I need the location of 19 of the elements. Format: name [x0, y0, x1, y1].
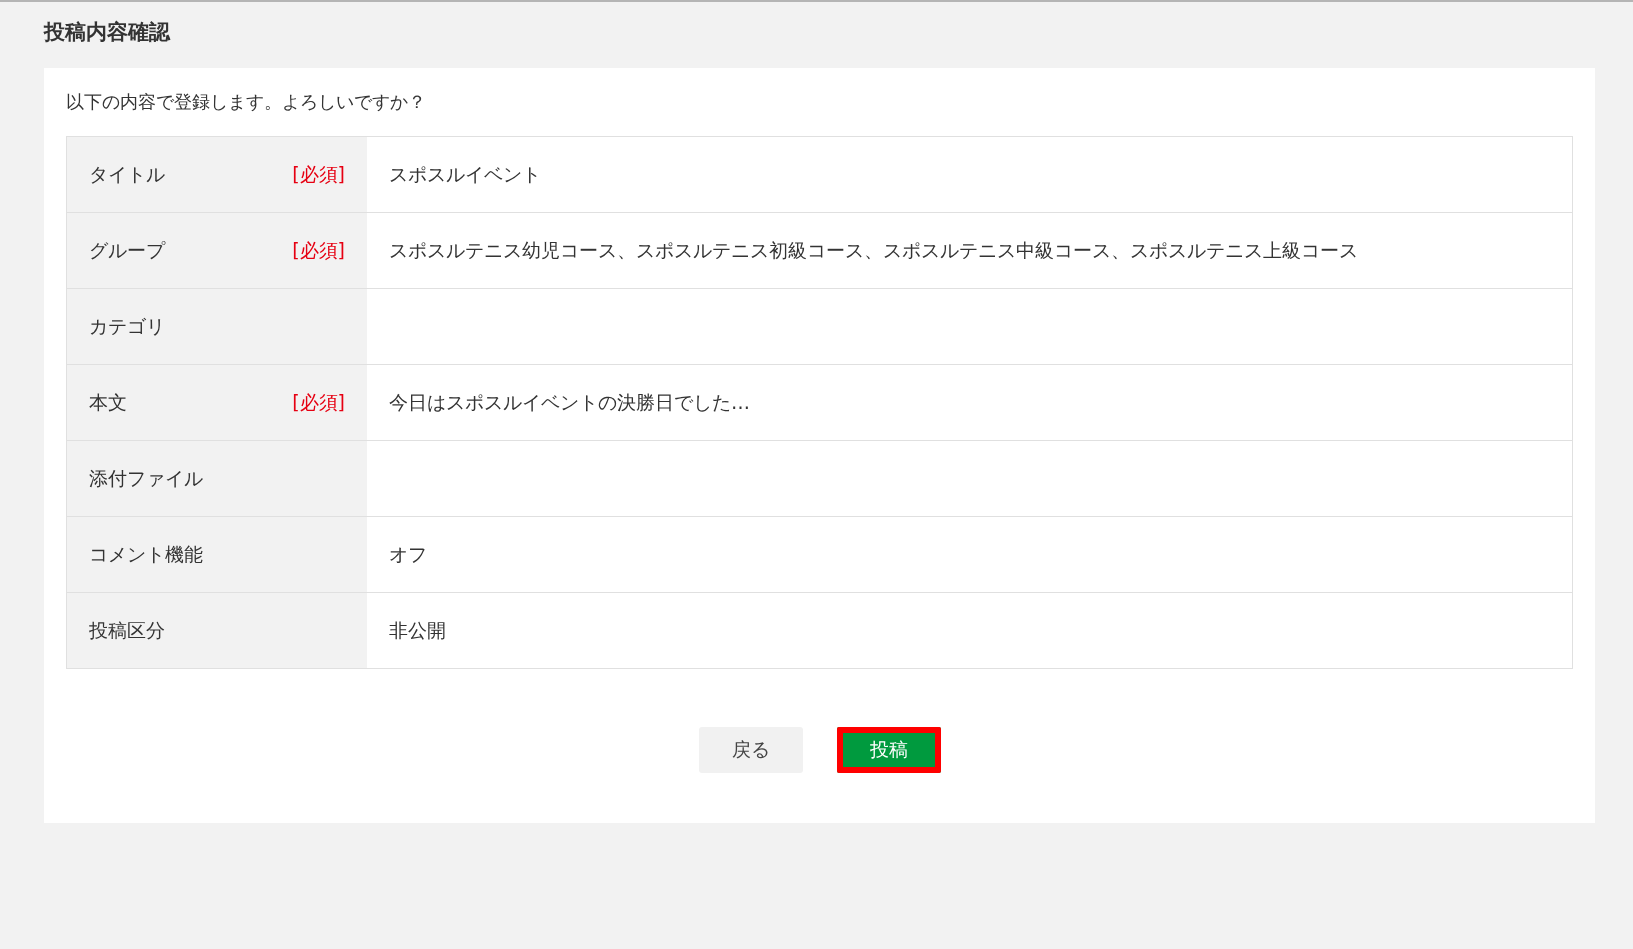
field-value: オフ [389, 542, 427, 565]
field-label: コメント機能 [89, 541, 203, 567]
required-tag: [必須] [292, 237, 345, 264]
required-tag: [必須] [292, 389, 345, 416]
back-button[interactable]: 戻る [698, 727, 803, 773]
field-label: 本文 [89, 389, 127, 415]
field-label: 添付ファイル [89, 465, 203, 491]
field-value: スポスルテニス幼児コース、スポスルテニス初級コース、スポスルテニス中級コース、スポスルテニス上級コース [389, 238, 1358, 261]
confirmation-message: 以下の内容で登録します。よろしいですか？ [66, 90, 426, 114]
field-label: タイトル [89, 161, 165, 187]
field-value: 今日はスポスルイベントの決勝日でした… [389, 390, 750, 413]
required-tag: [必須] [292, 161, 345, 188]
field-value: スポスルイベント [389, 162, 541, 185]
field-label: グループ [89, 237, 165, 263]
field-value: 非公開 [389, 618, 446, 641]
field-label: カテゴリ [89, 313, 165, 339]
page-title: 投稿内容確認 [44, 19, 170, 46]
post-button[interactable]: 投稿 [836, 727, 941, 773]
field-label: 投稿区分 [89, 617, 165, 643]
